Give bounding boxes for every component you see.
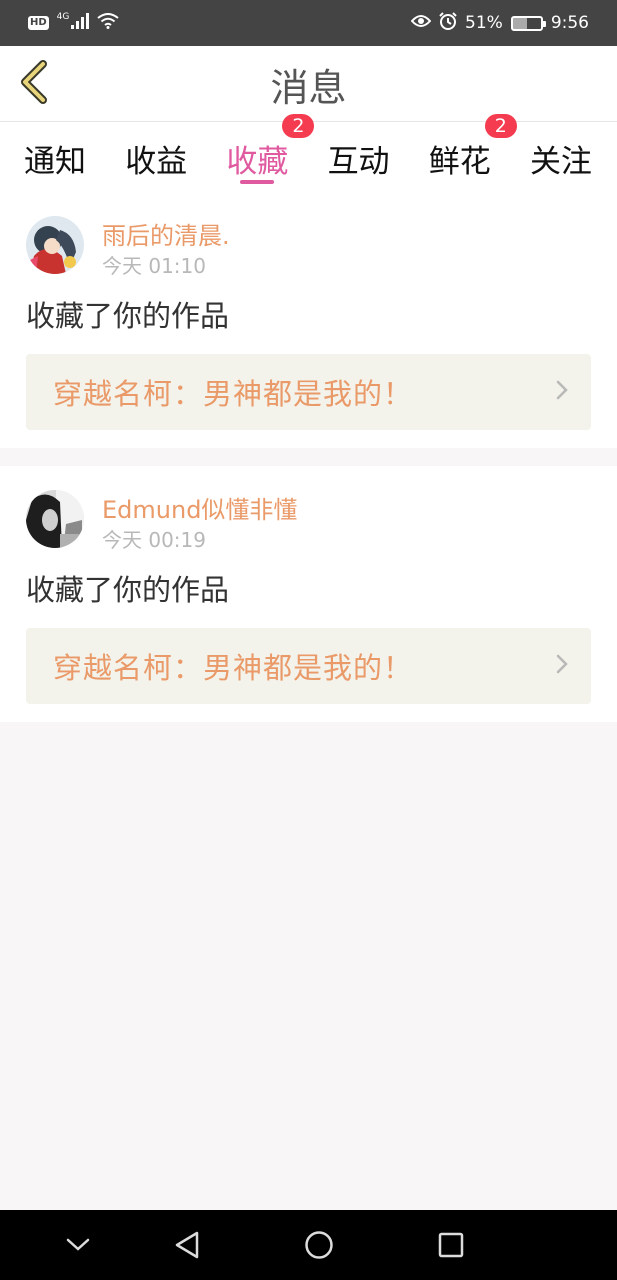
- card-header: 雨后的清晨. 今天 01:10: [26, 192, 591, 292]
- card-spacer: [26, 704, 591, 722]
- active-tab-indicator: [240, 180, 275, 184]
- nav-buttons: [171, 1229, 467, 1261]
- timestamp: 今天 01:10: [102, 254, 206, 278]
- tab-flowers[interactable]: 鲜花 2: [428, 114, 517, 192]
- card-spacer: [26, 430, 591, 448]
- tab-label: 鲜花: [428, 144, 491, 180]
- user-meta: 雨后的清晨. 今天 01:10: [102, 216, 230, 281]
- tab-label: 收益: [125, 144, 188, 180]
- tab-label: 互动: [327, 144, 390, 180]
- system-nav-bar: [0, 1210, 617, 1280]
- signal-icon: [71, 12, 90, 34]
- tab-bar: 通知 收益 收藏 2 互动 鲜花 2 关注: [0, 114, 617, 192]
- eye-icon: [410, 13, 432, 33]
- status-bar-left: HD 4G: [28, 12, 119, 34]
- tab-label: 关注: [529, 144, 592, 180]
- alarm-icon: [439, 11, 457, 35]
- tab-interactions[interactable]: 互动: [328, 122, 390, 192]
- notification-card: Edmund似懂非懂 今天 00:19 收藏了你的作品 穿越名柯：男神都是我的！: [0, 466, 617, 722]
- action-text: 收藏了你的作品: [26, 573, 230, 607]
- avatar[interactable]: [26, 490, 84, 548]
- card-header: Edmund似懂非懂 今天 00:19: [26, 466, 591, 566]
- chevron-right-icon: [555, 653, 569, 679]
- notification-list: 雨后的清晨. 今天 01:10 收藏了你的作品 穿越名柯：男神都是我的！ Edm…: [0, 192, 617, 722]
- hd-icon: HD: [28, 16, 49, 30]
- home-circle-icon[interactable]: [303, 1229, 335, 1261]
- header: 消息: [0, 46, 617, 122]
- back-button[interactable]: [14, 60, 54, 108]
- work-link[interactable]: 穿越名柯：男神都是我的！: [26, 628, 591, 704]
- notification-card: 雨后的清晨. 今天 01:10 收藏了你的作品 穿越名柯：男神都是我的！: [0, 192, 617, 448]
- unread-badge: 2: [282, 114, 315, 138]
- tab-favorites[interactable]: 收藏 2: [226, 114, 315, 192]
- timestamp: 今天 00:19: [102, 528, 206, 552]
- battery-fill: [512, 17, 528, 29]
- avatar[interactable]: [26, 216, 84, 274]
- username-link[interactable]: 雨后的清晨.: [102, 221, 230, 251]
- tab-following[interactable]: 关注: [530, 122, 592, 192]
- status-bar: HD 4G 51% 9:56: [0, 0, 617, 46]
- work-title: 穿越名柯：男神都是我的！: [53, 377, 414, 411]
- page-title: 消息: [270, 65, 347, 110]
- back-triangle-icon[interactable]: [171, 1229, 203, 1261]
- network-type-label: 4G: [56, 12, 70, 22]
- tab-earnings[interactable]: 收益: [125, 122, 187, 192]
- chevron-right-icon: [555, 379, 569, 405]
- work-title: 穿越名柯：男神都是我的！: [53, 651, 414, 685]
- recents-square-icon[interactable]: [435, 1229, 467, 1261]
- chevron-down-icon[interactable]: [62, 1229, 94, 1261]
- status-time: 9:56: [550, 13, 589, 33]
- battery-percent: 51%: [465, 13, 503, 33]
- username-link[interactable]: Edmund似懂非懂: [102, 495, 297, 525]
- tab-label: 收藏: [226, 144, 289, 180]
- status-bar-right: 51% 9:56: [410, 11, 589, 35]
- unread-badge: 2: [484, 114, 517, 138]
- tab-notifications[interactable]: 通知: [24, 122, 86, 192]
- tab-label: 通知: [24, 144, 86, 180]
- user-meta: Edmund似懂非懂 今天 00:19: [102, 490, 297, 555]
- wifi-icon: [97, 12, 119, 34]
- chevron-left-icon: [19, 60, 49, 108]
- work-link[interactable]: 穿越名柯：男神都是我的！: [26, 354, 591, 430]
- action-text: 收藏了你的作品: [26, 299, 230, 333]
- battery-icon: [510, 15, 546, 31]
